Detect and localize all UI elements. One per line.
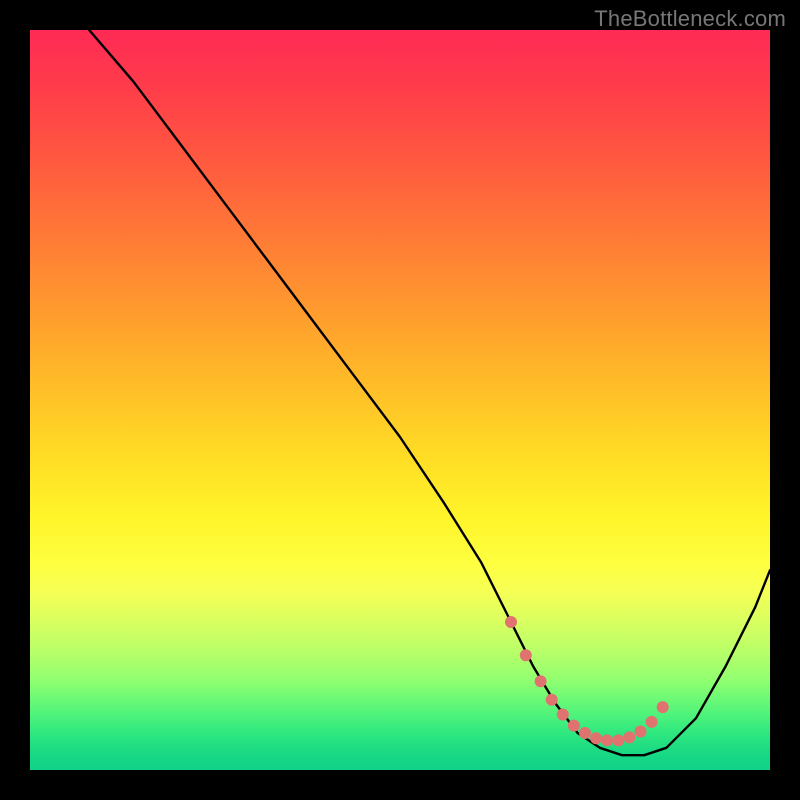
optimum-marker: [535, 675, 547, 687]
optimum-marker: [612, 734, 624, 746]
optimum-marker: [601, 734, 613, 746]
optimum-marker: [505, 616, 517, 628]
optimum-marker: [568, 720, 580, 732]
optimum-marker: [520, 649, 532, 661]
plot-area: [30, 30, 770, 770]
optimum-marker: [657, 701, 669, 713]
bottleneck-curve: [89, 30, 770, 755]
curve-svg: [30, 30, 770, 770]
optimum-marker: [557, 709, 569, 721]
optimum-zone-dots: [505, 616, 669, 746]
optimum-marker: [646, 716, 658, 728]
optimum-marker: [546, 694, 558, 706]
optimum-marker: [635, 726, 647, 738]
chart-frame: TheBottleneck.com: [0, 0, 800, 800]
optimum-marker: [579, 727, 591, 739]
optimum-marker: [623, 731, 635, 743]
optimum-marker: [590, 732, 602, 744]
watermark-text: TheBottleneck.com: [594, 6, 786, 32]
